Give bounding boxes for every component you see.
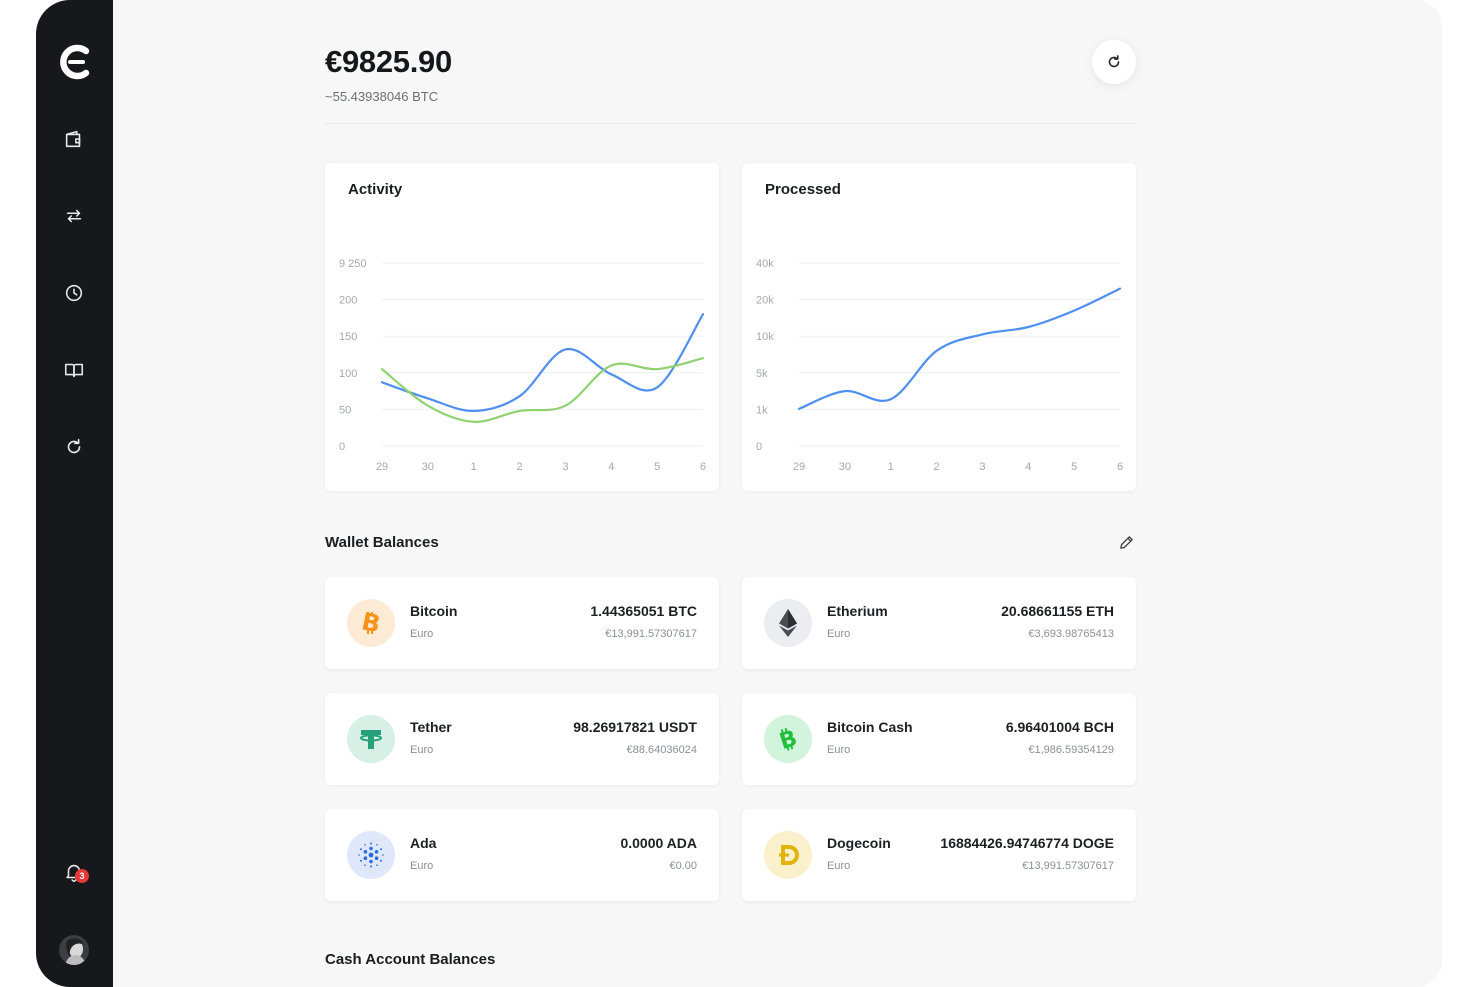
nav-transfer[interactable]	[59, 201, 89, 231]
wallet-card-bitcoin-cash[interactable]: B Bitcoin Cash Euro 6.96401004 BCH €1,98…	[742, 693, 1136, 785]
series-line-0	[797, 287, 1122, 410]
sidebar: 3	[36, 0, 113, 987]
wallet-amount: 1.44365051 BTC	[590, 603, 697, 619]
wallet-name: Tether	[410, 719, 452, 735]
x-tick-label: 4	[608, 461, 614, 473]
refresh-icon	[1108, 55, 1120, 68]
wallet-amount: 6.96401004 BCH	[1005, 719, 1114, 735]
y-tick-label: 10k	[756, 331, 774, 343]
wallet-card-dogecoin[interactable]: Dogecoin Euro 16884426.94746774 DOGE €13…	[742, 809, 1136, 901]
wallet-value: €1,986.59354129	[1028, 744, 1114, 756]
series-line-0	[380, 313, 705, 413]
wallet-fiat: Euro	[410, 744, 434, 756]
activity-chart-card: Activity 0 50 100 150 200 9 250 29 30 1 2 3 4 5 6	[325, 163, 719, 491]
y-tick-label: 20k	[756, 295, 774, 307]
x-tick-label: 4	[1025, 461, 1031, 473]
y-tick-label: 40k	[756, 258, 774, 270]
x-tick-label: 6	[1117, 461, 1123, 473]
app-window: 3 €9825.90 ~55.43938046 BTC Activity 0 50…	[36, 0, 1442, 987]
y-tick-label: 9 250	[339, 258, 367, 270]
wallet-fiat: Euro	[827, 628, 851, 640]
x-tick-label: 2	[517, 461, 523, 473]
x-tick-label: 3	[979, 461, 985, 473]
clock-icon	[65, 284, 83, 302]
y-tick-label: 0	[756, 441, 762, 453]
cardano-icon	[347, 831, 395, 879]
bitcoin-cash-icon: B	[764, 715, 812, 763]
main-content: €9825.90 ~55.43938046 BTC Activity 0 50 10…	[325, 0, 1137, 987]
btc-equivalent: ~55.43938046 BTC	[325, 89, 439, 104]
x-tick-label: 2	[934, 461, 940, 473]
bitcoin-icon: B	[347, 599, 395, 647]
wallet-card-tether[interactable]: Tether Euro 98.26917821 USDT €88.6403602…	[325, 693, 719, 785]
wallet-name: Bitcoin	[410, 603, 458, 619]
wallet-amount: 98.26917821 USDT	[573, 719, 697, 735]
activity-chart: 0 50 100 150 200 9 250 29 30 1 2 3 4 5 6	[339, 258, 706, 473]
notifications-button[interactable]: 3	[59, 857, 89, 887]
wallet-name: Bitcoin Cash	[827, 719, 913, 735]
wallet-amount: 0.0000 ADA	[620, 835, 697, 851]
y-tick-label: 100	[339, 368, 357, 380]
nav-refresh[interactable]	[59, 432, 89, 462]
edit-wallets-button[interactable]	[1115, 531, 1137, 553]
wallet-fiat: Euro	[827, 860, 851, 872]
y-tick-label: 50	[339, 404, 351, 416]
wallet-name: Dogecoin	[827, 835, 891, 851]
wallet-value: €3,693.98765413	[1028, 628, 1114, 640]
x-tick-label: 1	[888, 461, 894, 473]
y-tick-label: 1k	[756, 404, 768, 416]
wallet-value: €0.00	[669, 860, 697, 872]
wallet-amount: 16884426.94746774 DOGE	[940, 835, 1114, 851]
wallet-value: €13,991.57307617	[1022, 860, 1114, 872]
x-tick-label: 5	[654, 461, 660, 473]
x-tick-label: 5	[1071, 461, 1077, 473]
ethereum-icon	[764, 599, 812, 647]
x-tick-label: 6	[700, 461, 706, 473]
processed-chart: 0 1k 5k 10k 20k 40k 29 30 1 2 3 4 5 6	[756, 258, 1123, 473]
wallet-card-bitcoin[interactable]: B Bitcoin Euro 1.44365051 BTC €13,991.57…	[325, 577, 719, 669]
wallet-card-ada[interactable]: Ada Euro 0.0000 ADA €0.00	[325, 809, 719, 901]
avatar[interactable]	[59, 935, 89, 965]
series-line-1	[380, 357, 705, 423]
x-tick-label: 29	[793, 461, 805, 473]
wallet-value: €88.64036024	[626, 744, 697, 756]
refresh-button[interactable]	[1092, 40, 1136, 84]
x-tick-label: 3	[562, 461, 568, 473]
processed-chart-card: Processed 0 1k 5k 10k 20k 40k 29 30 1 2 3 4 5 6	[742, 163, 1136, 491]
transfer-icon	[66, 209, 82, 223]
tether-icon	[347, 715, 395, 763]
book-icon	[64, 363, 84, 378]
wallet-balances-title: Wallet Balances	[325, 534, 439, 551]
brand-logo[interactable]	[56, 42, 94, 82]
wallet-value: €13,991.57307617	[605, 628, 697, 640]
wallet-icon	[65, 130, 81, 148]
dogecoin-icon	[764, 831, 812, 879]
wallet-fiat: Euro	[410, 628, 434, 640]
wallet-fiat: Euro	[410, 860, 434, 872]
x-tick-label: 30	[422, 461, 434, 473]
avatar-icon	[59, 935, 89, 965]
total-balance: €9825.90	[325, 44, 452, 79]
wallet-name: Ada	[410, 835, 437, 851]
wallet-card-ethereum[interactable]: Etherium Euro 20.68661155 ETH €3,693.987…	[742, 577, 1136, 669]
cash-account-balances-title: Cash Account Balances	[325, 951, 496, 968]
y-tick-label: 0	[339, 441, 345, 453]
nav-docs[interactable]	[59, 355, 89, 385]
x-tick-label: 29	[376, 461, 388, 473]
y-tick-label: 150	[339, 331, 357, 343]
x-tick-label: 1	[471, 461, 477, 473]
notification-badge: 3	[75, 869, 89, 883]
wallet-fiat: Euro	[827, 744, 851, 756]
nav-wallet[interactable]	[59, 124, 89, 154]
wallet-name: Etherium	[827, 603, 888, 619]
header-divider	[325, 123, 1137, 124]
y-tick-label: 5k	[756, 368, 768, 380]
refresh-icon	[67, 438, 81, 454]
x-tick-label: 30	[839, 461, 851, 473]
wallet-amount: 20.68661155 ETH	[1001, 603, 1114, 619]
y-tick-label: 200	[339, 295, 357, 307]
pencil-icon	[1119, 535, 1133, 549]
nav-history[interactable]	[59, 278, 89, 308]
